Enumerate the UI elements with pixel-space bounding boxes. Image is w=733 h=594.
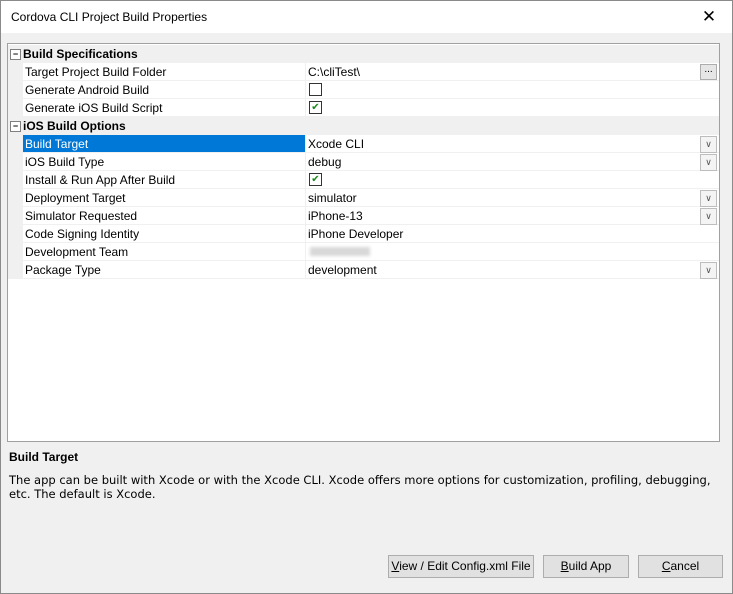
property-row[interactable]: Generate iOS Build Script ✔	[8, 99, 719, 117]
property-row[interactable]: Deployment Target simulator ∨	[8, 189, 719, 207]
property-value: Xcode CLI	[308, 137, 365, 151]
property-name-cell[interactable]: iOS Build Type	[23, 153, 306, 171]
property-name: Generate Android Build	[25, 83, 150, 97]
property-name-cell[interactable]: Code Signing Identity	[23, 225, 306, 243]
build-app-button[interactable]: Build App	[543, 555, 629, 578]
row-gutter	[8, 153, 23, 171]
property-name: Target Project Build Folder	[25, 65, 167, 79]
row-gutter	[8, 99, 23, 117]
property-name: Build Target	[25, 137, 89, 151]
property-name: Package Type	[25, 263, 101, 277]
description-title: Build Target	[9, 450, 79, 464]
property-row[interactable]: Target Project Build Folder C:\cliTest\..…	[8, 63, 719, 81]
description-text: The app can be built with Xcode or with …	[9, 473, 711, 501]
property-row[interactable]: Package Type development ∨	[8, 261, 719, 279]
property-value: C:\cliTest\	[308, 65, 361, 79]
row-gutter	[8, 261, 23, 279]
property-name: Install & Run App After Build	[25, 173, 176, 187]
property-name-cell[interactable]: Deployment Target	[23, 189, 306, 207]
chevron-down-icon[interactable]: ∨	[700, 190, 717, 207]
property-row[interactable]: Generate Android Build	[8, 81, 719, 99]
row-gutter	[8, 207, 23, 225]
close-icon[interactable]: ✕	[686, 1, 732, 33]
property-value-cell[interactable]: ✔	[306, 171, 719, 189]
category-label: iOS Build Options	[23, 119, 126, 133]
property-row[interactable]: Install & Run App After Build ✔	[8, 171, 719, 189]
checkmark-icon: ✔	[311, 174, 320, 185]
dialog-window: Cordova CLI Project Build Properties ✕ −…	[0, 0, 733, 594]
property-name-cell[interactable]: Target Project Build Folder	[23, 63, 306, 81]
view-edit-config-button[interactable]: View / Edit Config.xml File	[388, 555, 534, 578]
property-row[interactable]: Development Team	[8, 243, 719, 261]
checkmark-icon: ✔	[311, 102, 320, 113]
row-gutter	[8, 171, 23, 189]
property-name: iOS Build Type	[25, 155, 105, 169]
row-gutter	[8, 243, 23, 261]
property-value-cell[interactable]: Xcode CLI ∨	[306, 135, 719, 153]
property-value: iPhone-13	[308, 209, 363, 223]
row-gutter	[8, 135, 23, 153]
chevron-down-icon[interactable]: ∨	[700, 154, 717, 171]
property-value-cell[interactable]: ✔	[306, 99, 719, 117]
window-title: Cordova CLI Project Build Properties	[11, 10, 208, 24]
category-label: Build Specifications	[23, 47, 138, 61]
collapse-icon[interactable]: −	[10, 49, 21, 60]
view-edit-config-label: View / Edit Config.xml File	[391, 559, 531, 573]
chevron-down-icon[interactable]: ∨	[700, 262, 717, 279]
property-value-cell[interactable]	[306, 243, 719, 261]
row-gutter	[8, 189, 23, 207]
property-name-cell[interactable]: Build Target	[23, 135, 306, 153]
browse-button[interactable]: ...	[700, 64, 717, 80]
property-name-cell[interactable]: Generate Android Build	[23, 81, 306, 99]
cancel-label: Cancel	[661, 559, 700, 573]
property-name-cell[interactable]: Package Type	[23, 261, 306, 279]
property-row[interactable]: Simulator Requested iPhone-13 ∨	[8, 207, 719, 225]
property-grid: − Build Specifications Target Project Buil…	[7, 43, 720, 442]
property-value: simulator	[308, 191, 357, 205]
chevron-down-icon[interactable]: ∨	[700, 136, 717, 153]
redacted-value	[310, 247, 370, 256]
property-row[interactable]: Build Target Xcode CLI ∨	[8, 135, 719, 153]
property-row[interactable]: Code Signing Identity iPhone Developer	[8, 225, 719, 243]
property-name: Generate iOS Build Script	[25, 101, 163, 115]
property-value-cell[interactable]: iPhone Developer	[306, 225, 719, 243]
property-value-cell[interactable]: debug ∨	[306, 153, 719, 171]
property-value-cell[interactable]: simulator ∨	[306, 189, 719, 207]
title-bar: Cordova CLI Project Build Properties ✕	[1, 1, 732, 33]
property-checkbox[interactable]: ✔	[309, 101, 322, 114]
property-row[interactable]: iOS Build Type debug ∨	[8, 153, 719, 171]
property-name-cell[interactable]: Development Team	[23, 243, 306, 261]
property-value: debug	[308, 155, 342, 169]
property-value-cell[interactable]: iPhone-13 ∨	[306, 207, 719, 225]
property-value-cell[interactable]: C:\cliTest\...	[306, 63, 719, 81]
property-name-cell[interactable]: Install & Run App After Build	[23, 171, 306, 189]
row-gutter	[8, 81, 23, 99]
category-header[interactable]: − iOS Build Options	[8, 117, 719, 135]
row-gutter	[8, 225, 23, 243]
category-header[interactable]: − Build Specifications	[8, 45, 719, 63]
property-value: development	[308, 263, 377, 277]
property-name: Development Team	[25, 245, 129, 259]
property-name-cell[interactable]: Simulator Requested	[23, 207, 306, 225]
property-checkbox[interactable]	[309, 83, 322, 96]
build-app-label: Build App	[560, 559, 612, 573]
property-name-cell[interactable]: Generate iOS Build Script	[23, 99, 306, 117]
cancel-button[interactable]: Cancel	[638, 555, 723, 578]
property-name: Code Signing Identity	[25, 227, 140, 241]
property-checkbox[interactable]: ✔	[309, 173, 322, 186]
property-value-cell[interactable]: development ∨	[306, 261, 719, 279]
collapse-icon[interactable]: −	[10, 121, 21, 132]
row-gutter	[8, 63, 23, 81]
property-name: Deployment Target	[25, 191, 126, 205]
property-name: Simulator Requested	[25, 209, 138, 223]
property-value-cell[interactable]	[306, 81, 719, 99]
chevron-down-icon[interactable]: ∨	[700, 208, 717, 225]
property-value: iPhone Developer	[308, 227, 404, 241]
